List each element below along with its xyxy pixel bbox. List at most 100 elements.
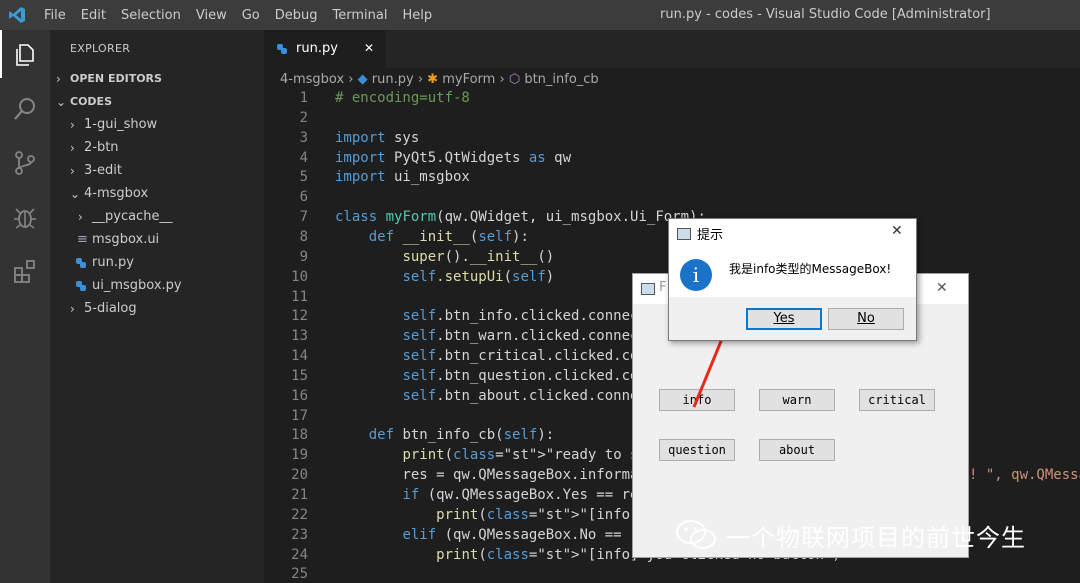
search-icon[interactable] — [12, 96, 38, 122]
menu-terminal[interactable]: Terminal — [333, 8, 388, 23]
codes-section[interactable]: ⌄ CODES — [50, 91, 264, 113]
line-number: 12 — [291, 308, 308, 325]
chevron-right-icon: › — [417, 72, 428, 87]
line-number: 18 — [291, 427, 308, 444]
breadcrumb-folder[interactable]: 4-msgbox — [280, 72, 344, 87]
tab-label: run.py — [296, 41, 338, 56]
menu-view[interactable]: View — [196, 8, 227, 23]
close-icon[interactable]: ✕ — [364, 41, 374, 55]
breadcrumb-file[interactable]: run.py — [372, 72, 414, 87]
line-number: 23 — [291, 526, 308, 543]
menu-go[interactable]: Go — [242, 8, 260, 23]
code-line: import sys — [335, 129, 420, 146]
watermark-text: 一个物联网项目的前世今生 — [726, 524, 1026, 552]
tree-item-2-btn[interactable]: › 2-btn — [50, 137, 264, 159]
yes-button[interactable]: Yes — [746, 308, 822, 330]
code-line: import ui_msgbox — [335, 169, 470, 186]
line-number: 15 — [291, 367, 308, 384]
warn-button[interactable]: warn — [759, 389, 835, 411]
extensions-icon[interactable] — [12, 258, 38, 284]
chevron-right-icon: › — [70, 164, 75, 178]
breadcrumb-method[interactable]: btn_info_cb — [524, 72, 598, 87]
code-line: self.btn_info.clicked.connect — [402, 308, 647, 325]
line-number: 20 — [291, 467, 308, 484]
vscode-logo-icon — [9, 7, 25, 23]
code-line: self.btn_question.clicked.con — [402, 367, 647, 384]
no-button[interactable]: No — [828, 308, 904, 330]
window-icon — [641, 283, 655, 295]
python-file-icon: ◆ — [357, 72, 368, 87]
code-line: def __init__(self): — [368, 228, 529, 245]
class-icon: ✱ — [427, 72, 439, 87]
code-line: class myForm(qw.QWidget, ui_msgbox.Ui_Fo… — [335, 209, 706, 226]
code-line: def btn_info_cb(self): — [368, 427, 555, 444]
explorer-panel: EXPLORER › OPEN EDITORS ⌄ CODES › 1-gui_… — [50, 30, 264, 583]
tree-item-3-edit[interactable]: › 3-edit — [50, 160, 264, 182]
critical-button[interactable]: critical — [859, 389, 935, 411]
menu-bar: File Edit Selection View Go Debug Termin… — [44, 0, 447, 30]
line-number: 16 — [291, 387, 308, 404]
breadcrumb-class[interactable]: myForm — [442, 72, 495, 87]
line-number: 1 — [299, 90, 308, 106]
line-number: 5 — [299, 169, 308, 186]
tree-item-msgbox-ui[interactable]: ≡ msgbox.ui — [50, 229, 264, 251]
info-icon: i — [680, 259, 712, 291]
line-number: 14 — [291, 348, 308, 365]
files-icon[interactable] — [12, 42, 38, 68]
close-icon[interactable]: ✕ — [936, 280, 948, 296]
line-number: 6 — [299, 189, 308, 206]
chevron-right-icon: › — [348, 72, 358, 87]
window-icon — [677, 228, 691, 240]
menu-selection[interactable]: Selection — [121, 8, 181, 23]
code-line: self.setupUi(self) — [402, 268, 555, 285]
chevron-right-icon: › — [499, 72, 509, 87]
line-number: 21 — [291, 487, 308, 503]
open-editors-section[interactable]: › OPEN EDITORS — [50, 68, 264, 90]
menu-help[interactable]: Help — [402, 8, 432, 23]
question-button[interactable]: question — [659, 439, 735, 461]
menu-debug[interactable]: Debug — [275, 8, 318, 23]
line-number: 10 — [291, 268, 308, 285]
line-number: 19 — [291, 447, 308, 464]
line-number: 25 — [291, 566, 308, 583]
chevron-down-icon: ⌄ — [56, 95, 67, 109]
menu-file[interactable]: File — [44, 8, 66, 23]
menu-edit[interactable]: Edit — [81, 8, 106, 23]
window-title: run.py - codes - Visual Studio Code [Adm… — [660, 7, 991, 22]
code-line: import PyQt5.QtWidgets as qw — [335, 149, 572, 166]
activity-bar — [0, 30, 50, 583]
code-line: # encoding=utf-8 — [335, 90, 470, 106]
watermark: 一个物联网项目的前世今生 — [668, 512, 1068, 556]
tree-item-ui-msgbox-py[interactable]: ui_msgbox.py — [50, 275, 264, 297]
about-button[interactable]: about — [759, 439, 835, 461]
code-line: super().__init__() — [402, 248, 555, 265]
chevron-right-icon: › — [70, 141, 75, 155]
line-number: 3 — [299, 129, 308, 146]
chevron-right-icon: › — [70, 302, 75, 316]
close-icon[interactable]: ✕ — [891, 223, 903, 239]
line-number: 9 — [299, 248, 308, 265]
code-line: self.btn_warn.clicked.connect — [402, 328, 647, 345]
line-number: 17 — [291, 407, 308, 424]
chevron-right-icon: › — [56, 72, 61, 86]
tab-run-py[interactable]: run.py ✕ — [264, 30, 386, 68]
chevron-right-icon: › — [78, 210, 83, 224]
line-number: 11 — [291, 288, 308, 305]
line-number: 22 — [291, 506, 308, 523]
code-line: self.btn_about.clicked.connec — [402, 387, 647, 404]
tree-item-run-py[interactable]: run.py — [50, 252, 264, 274]
code-line-tail: ! ", qw.QMessa — [969, 467, 1080, 484]
debug-icon[interactable] — [12, 204, 38, 230]
tree-item-pycache[interactable]: › __pycache__ — [50, 206, 264, 228]
source-control-icon[interactable] — [12, 150, 38, 176]
line-number: 2 — [299, 109, 308, 126]
tree-item-4-msgbox[interactable]: ⌄ 4-msgbox — [50, 183, 264, 205]
tree-item-5-dialog[interactable]: › 5-dialog — [50, 298, 264, 320]
code-line: self.btn_critical.clicked.con — [402, 348, 647, 365]
line-number: 8 — [299, 228, 308, 245]
file-lines-icon: ≡ — [77, 232, 88, 247]
tree-item-1-gui-show[interactable]: › 1-gui_show — [50, 114, 264, 136]
chevron-right-icon: › — [70, 118, 75, 132]
code-line: if (qw.QMessageBox.Yes == res — [402, 487, 647, 503]
python-file-icon — [76, 258, 86, 268]
